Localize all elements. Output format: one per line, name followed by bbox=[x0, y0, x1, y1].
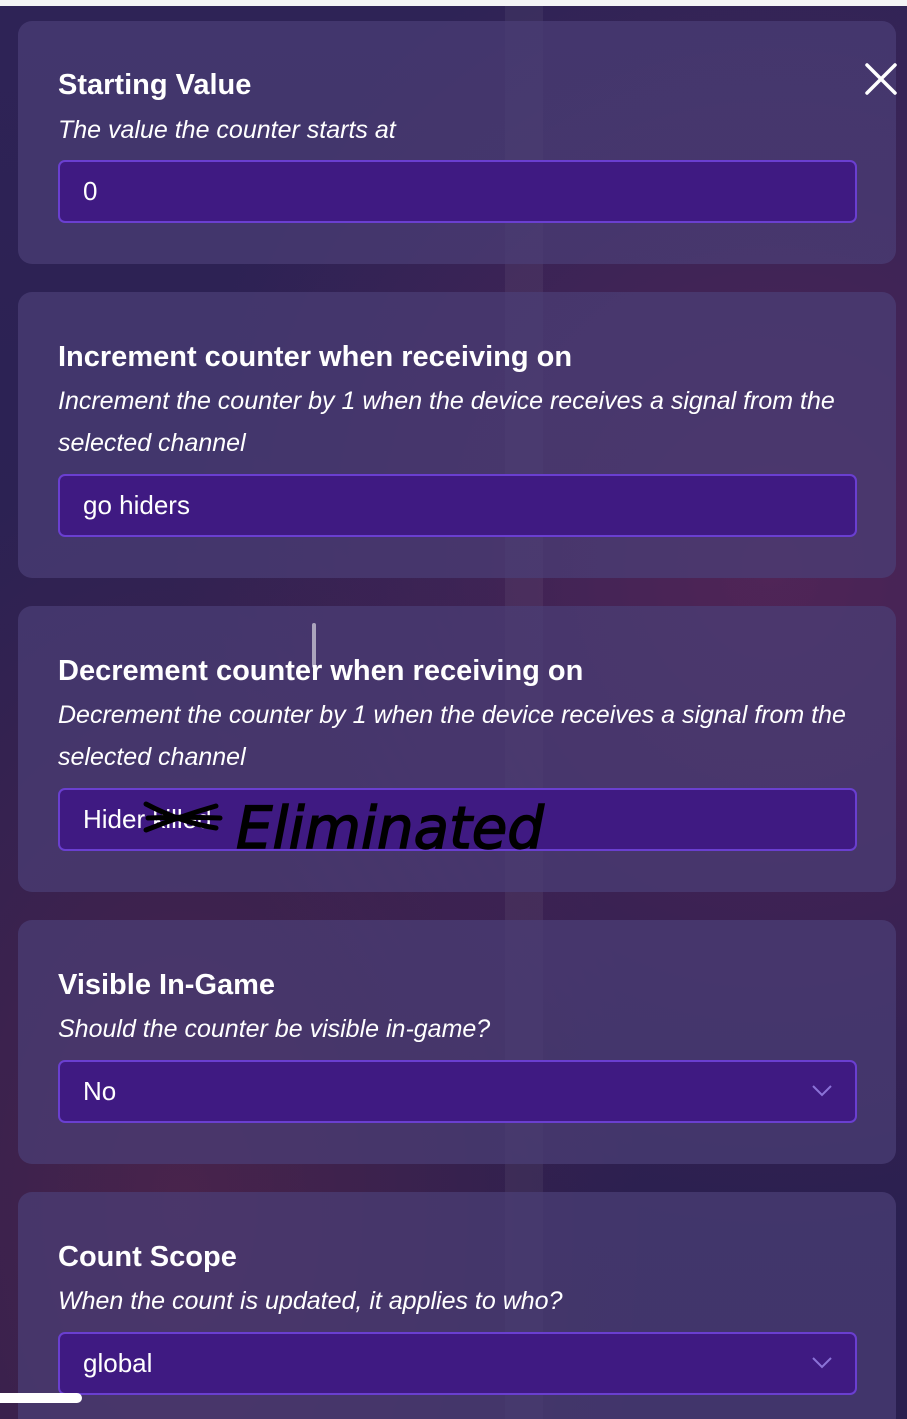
starting-value-panel: Starting Value The value the counter sta… bbox=[18, 21, 896, 264]
home-indicator bbox=[0, 1393, 82, 1403]
visible-in-game-select[interactable]: No bbox=[58, 1060, 857, 1123]
decrement-channel-text: Hider killed bbox=[83, 804, 212, 834]
text-cursor bbox=[312, 623, 316, 668]
visible-in-game-title: Visible In-Game bbox=[58, 969, 276, 1001]
starting-value-text: 0 bbox=[83, 176, 98, 206]
decrement-channel-input[interactable]: Hider killed bbox=[58, 788, 857, 851]
increment-channel-description: Increment the counter by 1 when the devi… bbox=[58, 387, 835, 457]
increment-channel-input[interactable]: go hiders bbox=[58, 474, 857, 537]
starting-value-description: The value the counter starts at bbox=[58, 116, 396, 144]
decrement-channel-panel: Decrement counter when receiving on Decr… bbox=[18, 606, 896, 892]
count-scope-description: When the count is updated, it applies to… bbox=[58, 1287, 563, 1315]
chevron-down-icon bbox=[812, 1085, 832, 1097]
starting-value-input[interactable]: 0 bbox=[58, 160, 857, 223]
visible-in-game-value: No bbox=[83, 1076, 117, 1106]
chevron-down-icon bbox=[812, 1357, 832, 1369]
count-scope-title: Count Scope bbox=[58, 1241, 237, 1273]
count-scope-panel: Count Scope When the count is updated, i… bbox=[18, 1192, 896, 1419]
visible-in-game-panel: Visible In-Game Should the counter be vi… bbox=[18, 920, 896, 1164]
starting-value-title: Starting Value bbox=[58, 69, 252, 101]
increment-channel-title: Increment counter when receiving on bbox=[58, 341, 573, 373]
count-scope-select[interactable]: global bbox=[58, 1332, 857, 1395]
visible-in-game-description: Should the counter be visible in-game? bbox=[58, 1015, 491, 1043]
increment-channel-panel: Increment counter when receiving on Incr… bbox=[18, 292, 896, 578]
decrement-channel-title: Decrement counter when receiving on bbox=[58, 655, 584, 687]
decrement-channel-description: Decrement the counter by 1 when the devi… bbox=[58, 701, 846, 771]
increment-channel-text: go hiders bbox=[83, 490, 190, 520]
close-icon[interactable] bbox=[864, 62, 898, 96]
count-scope-value: global bbox=[83, 1348, 153, 1378]
